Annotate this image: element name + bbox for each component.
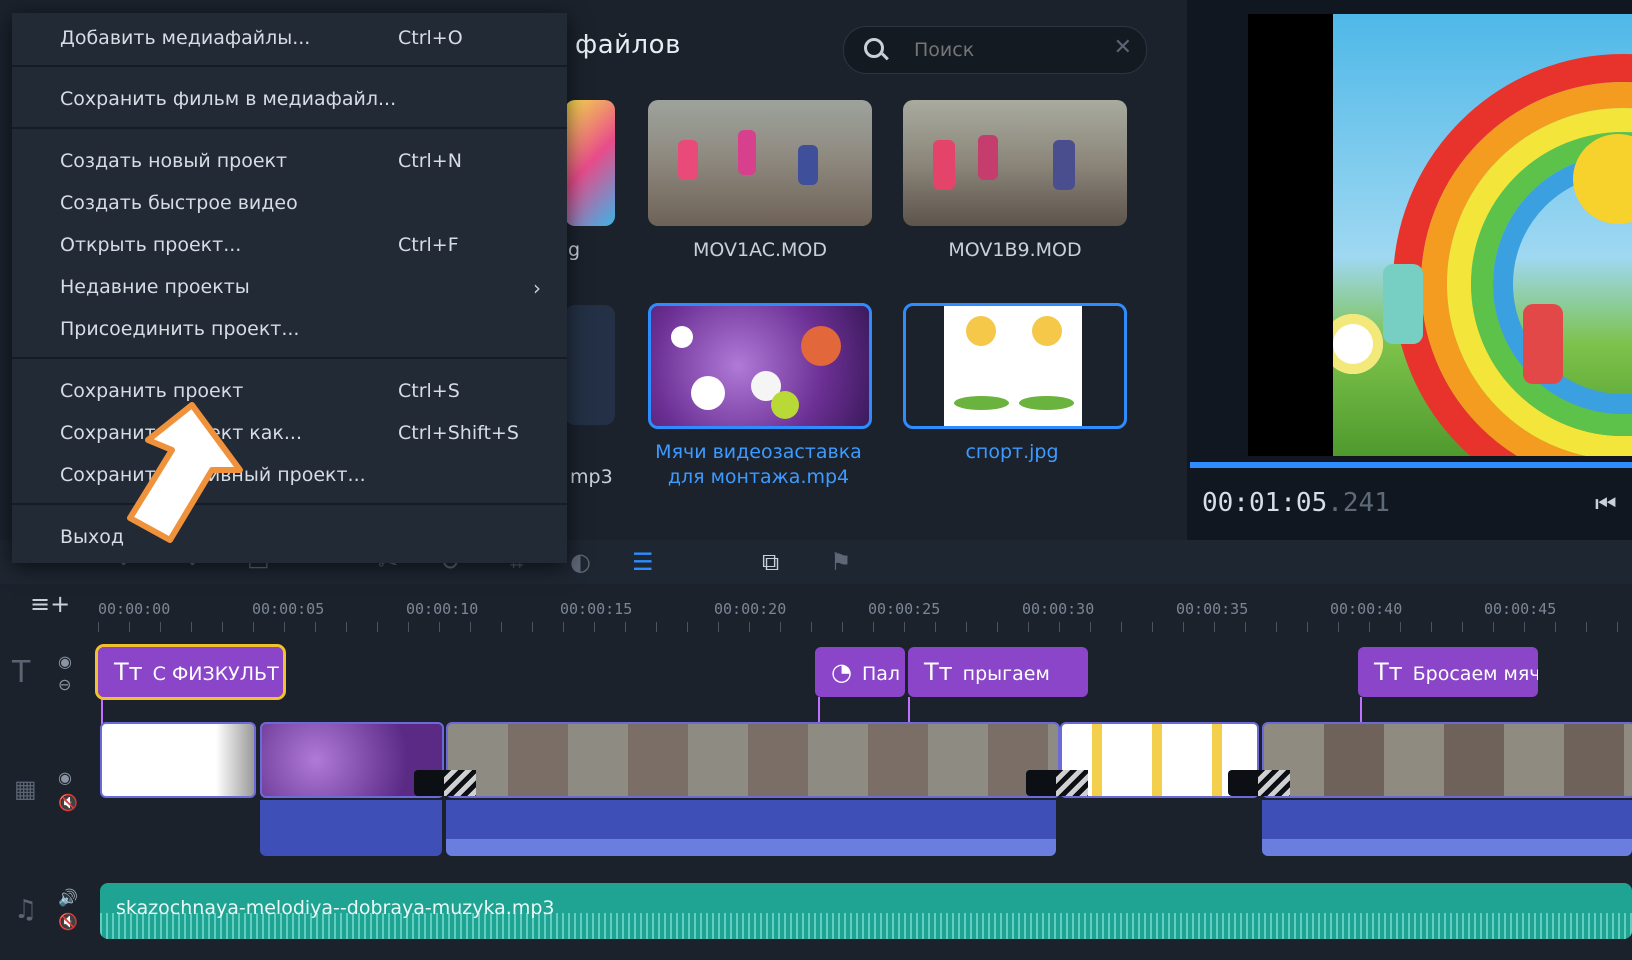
- mute-icon[interactable]: 🔇: [58, 793, 78, 812]
- title-clip[interactable]: Tт Бросаем мяч: [1358, 647, 1538, 697]
- menu-item-recent-projects[interactable]: Недавние проекты: [60, 276, 250, 298]
- timecode: 00:01:05.241: [1202, 488, 1390, 518]
- media-caption: MOV1AC.MOD: [692, 239, 828, 261]
- visibility-icon[interactable]: ◉: [58, 652, 72, 671]
- media-panel-title: файлов: [575, 30, 681, 60]
- skip-back-icon[interactable]: ⏮: [1595, 490, 1617, 518]
- add-track-icon[interactable]: ≡+: [30, 590, 70, 618]
- media-thumb-sport[interactable]: [903, 303, 1127, 429]
- timecode-ms: .241: [1327, 488, 1390, 518]
- clear-search-icon[interactable]: ✕: [1114, 35, 1132, 60]
- title-clip[interactable]: ◔ Пал: [815, 647, 905, 697]
- menu-item-save-movie[interactable]: Сохранить фильм в медиафайл...: [60, 88, 396, 110]
- video-clip[interactable]: [100, 722, 256, 798]
- tick-label: 00:00:10: [406, 600, 479, 618]
- title-clip-label: Пал: [861, 663, 901, 685]
- media-caption: MOV1B9.MOD: [948, 239, 1082, 261]
- shortcut: Ctrl+O: [398, 27, 463, 49]
- search-input[interactable]: [912, 35, 1106, 65]
- tick-label: 00:00:15: [560, 600, 633, 618]
- shortcut: Ctrl+S: [398, 380, 460, 402]
- shortcut: Ctrl+N: [398, 150, 462, 172]
- media-caption: mp3: [570, 466, 613, 488]
- text-icon: Tт: [1374, 658, 1403, 686]
- text-icon: Tт: [114, 658, 143, 686]
- text-track-icon: T: [12, 655, 31, 690]
- menu-separator: [12, 503, 567, 505]
- title-clip[interactable]: Tт С ФИЗКУЛЬТ: [95, 644, 286, 700]
- transition[interactable]: [1228, 770, 1290, 796]
- tick-label: 00:00:20: [714, 600, 787, 618]
- music-track-icon: ♫: [14, 895, 38, 925]
- menu-item-attach-project[interactable]: Присоединить проект...: [60, 318, 299, 340]
- menu-item-save-project[interactable]: Сохранить проект: [60, 380, 243, 402]
- menu-item-open-project[interactable]: Открыть проект...: [60, 234, 241, 256]
- menu-separator: [12, 357, 567, 359]
- visibility-icon[interactable]: ◉: [58, 768, 72, 787]
- video-track-icon: ▦: [14, 775, 37, 803]
- transition[interactable]: [1026, 770, 1088, 796]
- video-clip[interactable]: [1262, 722, 1632, 798]
- media-thumb-mov1b9[interactable]: [903, 100, 1127, 226]
- tick-label: 00:00:40: [1330, 600, 1403, 618]
- search-icon: [864, 38, 884, 58]
- preview-player[interactable]: [1248, 14, 1632, 456]
- text-icon: Tт: [924, 658, 953, 686]
- tick-label: 00:00:00: [98, 600, 171, 618]
- shortcut: Ctrl+Shift+S: [398, 422, 519, 444]
- marker-flag-icon[interactable]: ⚑: [830, 548, 852, 576]
- annotation-arrow: [127, 402, 243, 543]
- menu-item-new-project[interactable]: Создать новый проект: [60, 150, 287, 172]
- clip-audio-wave[interactable]: [1262, 800, 1632, 856]
- title-clip[interactable]: Tт прыгаем: [908, 647, 1088, 697]
- video-clip[interactable]: [446, 722, 1060, 798]
- menu-separator: [12, 65, 567, 67]
- title-clip-label: С ФИЗКУЛЬТ: [152, 663, 279, 685]
- media-caption-selected: Мячи видеозаставка для монтажа.mp4: [655, 441, 862, 488]
- shortcut: Ctrl+F: [398, 234, 459, 256]
- media-thumb-balls[interactable]: [648, 303, 872, 429]
- timecode-main: 00:01:05: [1202, 488, 1328, 518]
- submenu-arrow-icon: ›: [533, 276, 541, 300]
- search-box[interactable]: ✕: [843, 26, 1147, 74]
- tick-label: 00:00:30: [1022, 600, 1095, 618]
- media-caption: g: [568, 239, 581, 261]
- menu-item-add-media[interactable]: Добавить медиафайлы...: [60, 27, 310, 49]
- playback-progress-bar[interactable]: [1190, 462, 1632, 468]
- clip-audio-wave[interactable]: [446, 800, 1056, 856]
- sticker-icon: ◔: [831, 658, 852, 686]
- mute-icon[interactable]: 🔇: [58, 912, 78, 931]
- media-thumb-partial-1[interactable]: [565, 100, 615, 226]
- file-menu: Добавить медиафайлы... Ctrl+O Сохранить …: [12, 13, 567, 563]
- tick-label: 00:00:45: [1484, 600, 1557, 618]
- music-clip[interactable]: skazochnaya-melodiya--dobraya-muzyka.mp3: [100, 883, 1632, 939]
- title-clip-label: Бросаем мяч: [1412, 663, 1538, 685]
- export-clip-icon[interactable]: ⧉: [762, 548, 779, 576]
- clip-audio-wave[interactable]: [260, 800, 442, 856]
- media-thumb-partial-2[interactable]: [565, 305, 615, 425]
- tick-label: 00:00:35: [1176, 600, 1249, 618]
- title-clip-label: прыгаем: [962, 663, 1050, 685]
- volume-icon[interactable]: 🔊: [58, 888, 78, 907]
- ruler-ticks: [98, 622, 1632, 632]
- menu-item-quick-video[interactable]: Создать быстрое видео: [60, 192, 298, 214]
- color-adjust-icon[interactable]: ◐: [570, 548, 591, 576]
- clip-properties-icon[interactable]: ☰: [632, 548, 654, 576]
- menu-separator: [12, 127, 567, 129]
- media-thumb-mov1ac[interactable]: [648, 100, 872, 226]
- tick-label: 00:00:25: [868, 600, 941, 618]
- transition[interactable]: [414, 770, 476, 796]
- music-clip-label: skazochnaya-melodiya--dobraya-muzyka.mp3: [116, 897, 555, 919]
- media-caption-selected: спорт.jpg: [965, 441, 1059, 463]
- link-icon[interactable]: ⊖: [58, 675, 71, 694]
- tick-label: 00:00:05: [252, 600, 325, 618]
